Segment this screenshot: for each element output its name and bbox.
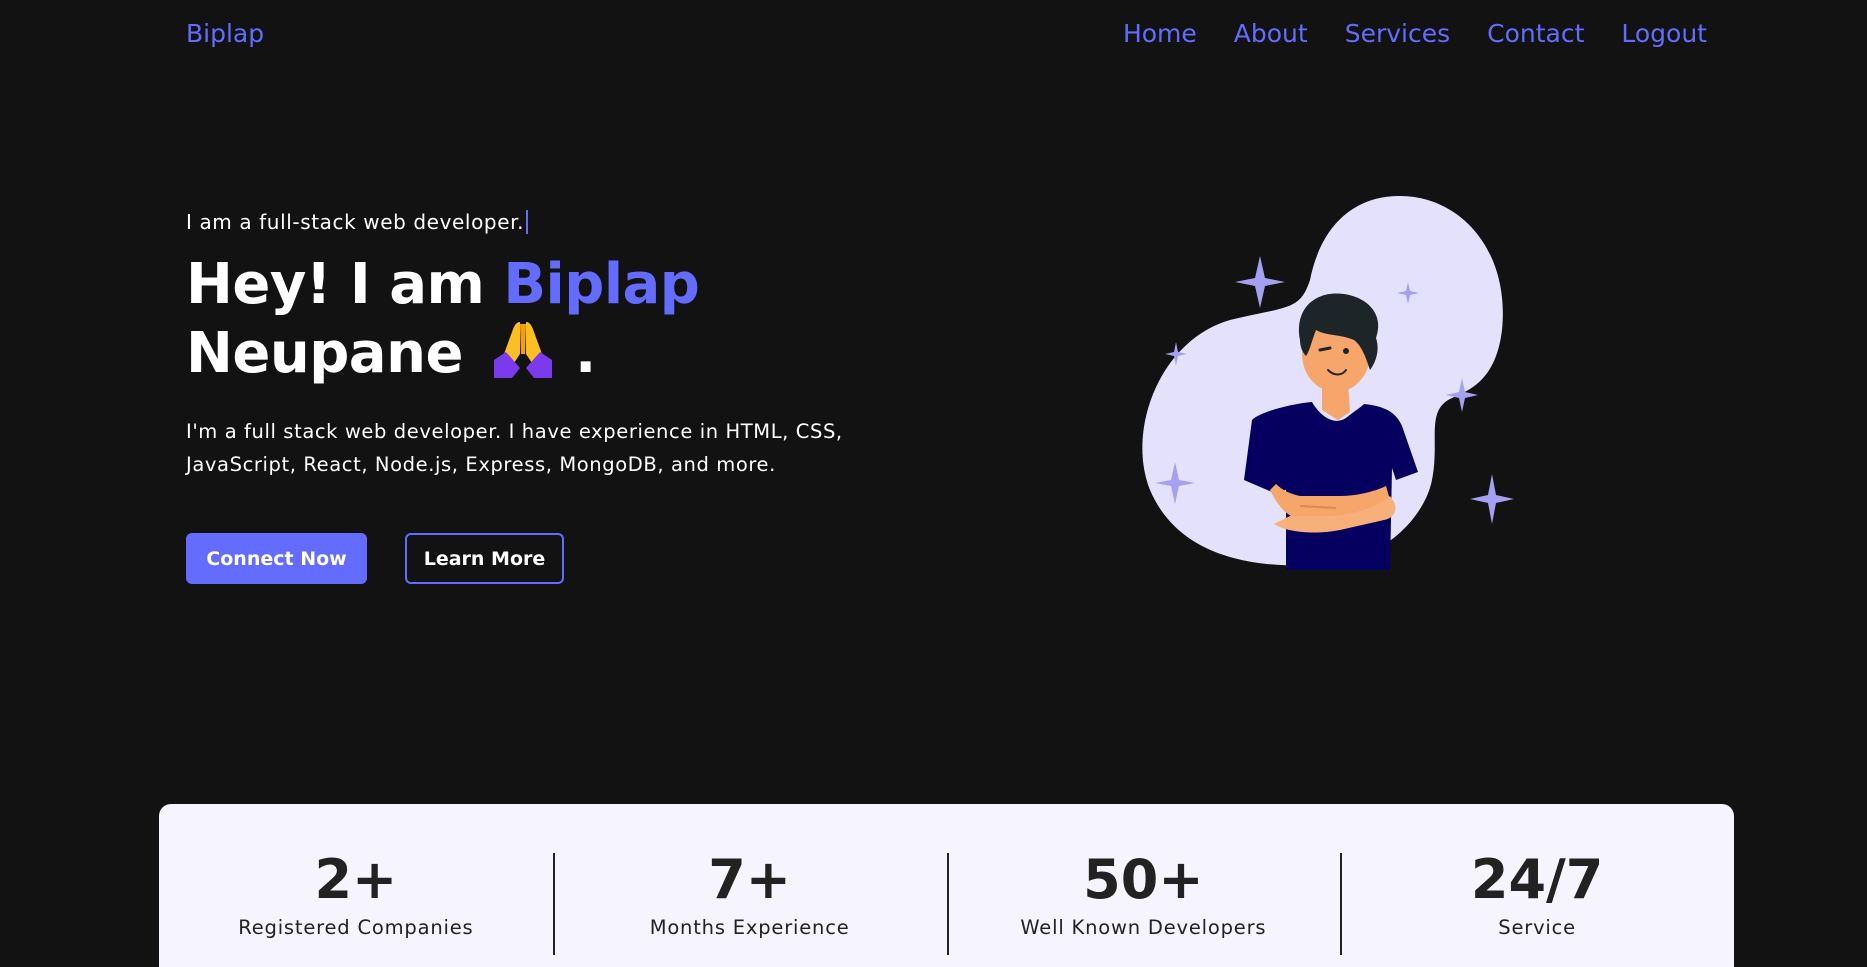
stat-value: 2+ <box>314 848 398 911</box>
stat-label: Months Experience <box>649 916 850 939</box>
headline-prefix: Hey! I am <box>186 252 504 317</box>
stat-label: Registered Companies <box>238 916 474 939</box>
stat-value: 7+ <box>708 848 792 911</box>
nav-link-logout[interactable]: Logout <box>1621 19 1707 48</box>
connect-now-button[interactable]: Connect Now <box>186 533 367 584</box>
hero-bio: I'm a full stack web developer. I have e… <box>186 420 843 476</box>
stats-bar: 2+ Registered Companies 7+ Months Experi… <box>159 804 1734 967</box>
folded-hands-icon <box>490 318 556 378</box>
developer-illustration <box>1140 190 1530 580</box>
headline-name-accent: Biplap <box>503 252 700 317</box>
nav-links: Home About Services Contact Logout <box>1123 19 1707 48</box>
stat-item: 24/7 Service <box>1340 848 1734 955</box>
stat-item: 7+ Months Experience <box>552 848 947 955</box>
learn-more-button[interactable]: Learn More <box>405 533 564 584</box>
brand-logo[interactable]: Biplap <box>186 19 264 48</box>
stat-label: Well Known Developers <box>1020 916 1267 939</box>
stat-item: 50+ Well Known Developers <box>946 848 1341 955</box>
navbar: Biplap Home About Services Contact Logou… <box>0 0 1867 72</box>
stat-item: 2+ Registered Companies <box>159 848 553 954</box>
stat-value: 24/7 <box>1470 848 1604 911</box>
hero-buttons: Connect Now Learn More <box>186 533 564 584</box>
nav-link-home[interactable]: Home <box>1123 19 1197 48</box>
hero-section: I am a full-stack web developer. Hey! I … <box>186 210 906 481</box>
hero-headline: Hey! I am Biplap Neupane . <box>186 252 906 387</box>
stat-label: Service <box>1498 916 1576 939</box>
headline-period: . <box>574 321 596 386</box>
nav-link-services[interactable]: Services <box>1345 19 1450 48</box>
headline-line2: Neupane <box>186 321 463 386</box>
stat-value: 50+ <box>1083 848 1204 911</box>
nav-link-contact[interactable]: Contact <box>1487 19 1584 48</box>
nav-link-about[interactable]: About <box>1234 19 1308 48</box>
hero-tagline: I am a full-stack web developer. <box>186 210 529 234</box>
